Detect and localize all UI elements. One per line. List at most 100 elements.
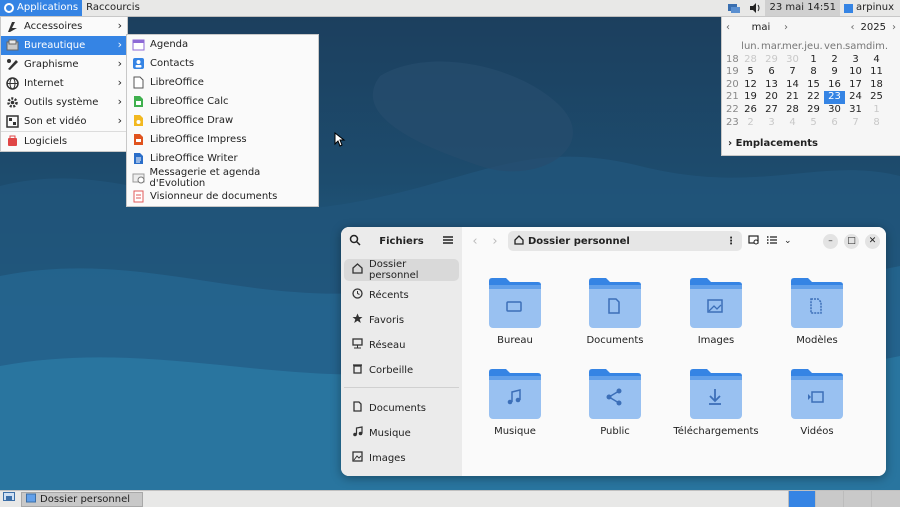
sidebar-item-network[interactable]: Réseau — [344, 334, 459, 356]
calendar-day[interactable]: 7 — [782, 66, 803, 79]
calendar-day[interactable]: 28 — [782, 104, 803, 117]
network-status-icon[interactable] — [723, 0, 745, 16]
folder-item[interactable]: Musique — [470, 366, 560, 437]
chevron-down-icon[interactable]: ⌄ — [784, 236, 792, 246]
calendar-day[interactable]: 14 — [782, 79, 803, 92]
calendar-day[interactable]: 8 — [866, 117, 887, 130]
calendar-day[interactable]: 20 — [761, 91, 782, 104]
submenu-item-libreoffice-draw[interactable]: LibreOffice Draw — [127, 111, 318, 130]
calendar-day[interactable]: 6 — [761, 66, 782, 79]
calendar-day[interactable]: 2 — [824, 54, 845, 67]
clock[interactable]: 23 mai 14:51 — [765, 0, 841, 16]
folder-item[interactable]: Public — [570, 366, 660, 437]
folder-item[interactable]: Images — [671, 275, 761, 346]
menu-item-son-et-video[interactable]: Son et vidéo › — [1, 112, 127, 131]
menu-item-accessoires[interactable]: Accessoires › — [1, 17, 127, 36]
sidebar-item-documents[interactable]: Documents — [344, 397, 459, 419]
calendar-day[interactable]: 2 — [740, 117, 761, 130]
calendar-day[interactable]: 6 — [824, 117, 845, 130]
search-folder-icon[interactable] — [748, 234, 760, 249]
sidebar-item-music[interactable]: Musique — [344, 422, 459, 444]
menu-item-outils-systeme[interactable]: Outils système › — [1, 93, 127, 112]
calendar-day[interactable]: 8 — [803, 66, 824, 79]
workspace-4[interactable] — [871, 491, 900, 507]
submenu-item-libreoffice-calc[interactable]: LibreOffice Calc — [127, 92, 318, 111]
search-icon[interactable] — [349, 234, 361, 249]
submenu-item-evolution[interactable]: Messagerie et agenda d'Evolution — [127, 167, 318, 189]
calendar-day[interactable]: 30 — [824, 104, 845, 117]
workspace-2[interactable] — [815, 491, 843, 507]
calendar-day[interactable]: 31 — [845, 104, 866, 117]
forward-button[interactable]: › — [488, 234, 502, 249]
calendar-day[interactable]: 26 — [740, 104, 761, 117]
folder-item[interactable]: Documents — [570, 275, 660, 346]
submenu-item-agenda[interactable]: Agenda — [127, 35, 318, 54]
submenu-item-contacts[interactable]: Contacts — [127, 54, 318, 73]
submenu-item-libreoffice-writer[interactable]: LibreOffice Writer — [127, 149, 318, 168]
calendar-day[interactable]: 12 — [740, 79, 761, 92]
calendar-day[interactable]: 10 — [845, 66, 866, 79]
minimize-button[interactable]: – — [823, 233, 838, 249]
calendar-day[interactable]: 30 — [782, 54, 803, 67]
calendar-day[interactable]: 5 — [740, 66, 761, 79]
folder-item[interactable]: Téléchargements — [671, 366, 761, 437]
hamburger-menu-icon[interactable] — [442, 234, 454, 249]
sidebar-item-home[interactable]: Dossier personnel — [344, 259, 459, 281]
menu-item-logiciels[interactable]: Logiciels — [1, 132, 127, 151]
back-button[interactable]: ‹ — [468, 234, 482, 249]
calendar-day[interactable]: 13 — [761, 79, 782, 92]
folder-item[interactable]: Modèles — [772, 275, 862, 346]
calendar-day[interactable]: 9 — [824, 66, 845, 79]
close-button[interactable]: ✕ — [865, 233, 880, 249]
more-options-icon[interactable]: ⋮ — [726, 236, 736, 247]
maximize-button[interactable]: □ — [844, 233, 859, 249]
folder-item[interactable]: Vidéos — [772, 366, 862, 437]
calendar-day[interactable]: 5 — [803, 117, 824, 130]
calendar-day[interactable]: 19 — [740, 91, 761, 104]
calendar-day[interactable]: 11 — [866, 66, 887, 79]
user-menu[interactable]: arpinux — [840, 0, 900, 16]
calendar-day[interactable]: 3 — [845, 54, 866, 67]
menu-item-internet[interactable]: Internet › — [1, 74, 127, 93]
calendar-day[interactable]: 7 — [845, 117, 866, 130]
next-month-button[interactable]: › — [784, 22, 796, 33]
calendar-day[interactable]: 24 — [845, 91, 866, 104]
menu-item-bureautique[interactable]: Bureautique › — [1, 36, 127, 55]
sidebar-item-recent[interactable]: Récents — [344, 284, 459, 306]
menu-item-graphisme[interactable]: Graphisme › — [1, 55, 127, 74]
calendar-day[interactable]: 29 — [803, 104, 824, 117]
calendar-day[interactable]: 27 — [761, 104, 782, 117]
applications-menu-button[interactable]: Applications — [0, 0, 83, 16]
places-expander[interactable]: › Emplacements — [728, 138, 818, 149]
calendar-day[interactable]: 25 — [866, 91, 887, 104]
sidebar-item-images[interactable]: Images — [344, 447, 459, 469]
workspace-1[interactable] — [788, 491, 816, 507]
calendar-day-today[interactable]: 23 — [824, 91, 845, 104]
calendar-day[interactable]: 18 — [866, 79, 887, 92]
calendar-day[interactable]: 3 — [761, 117, 782, 130]
prev-month-button[interactable]: ‹ — [726, 22, 738, 33]
calendar-day[interactable]: 4 — [782, 117, 803, 130]
calendar-day[interactable]: 22 — [803, 91, 824, 104]
shortcuts-menu-button[interactable]: Raccourcis — [82, 0, 144, 16]
next-year-button[interactable]: › — [886, 22, 896, 33]
workspace-3[interactable] — [843, 491, 871, 507]
submenu-item-libreoffice[interactable]: LibreOffice — [127, 73, 318, 92]
show-desktop-icon[interactable] — [3, 492, 15, 506]
calendar-day[interactable]: 4 — [866, 54, 887, 67]
sidebar-item-trash[interactable]: Corbeille — [344, 359, 459, 381]
calendar-day[interactable]: 1 — [803, 54, 824, 67]
view-list-icon[interactable] — [766, 234, 778, 249]
volume-icon[interactable] — [745, 0, 765, 16]
path-bar[interactable]: Dossier personnel ⋮ — [508, 231, 742, 251]
submenu-item-libreoffice-impress[interactable]: LibreOffice Impress — [127, 130, 318, 149]
calendar-day[interactable]: 16 — [824, 79, 845, 92]
sidebar-item-starred[interactable]: Favoris — [344, 309, 459, 331]
calendar-day[interactable]: 17 — [845, 79, 866, 92]
calendar-day[interactable]: 29 — [761, 54, 782, 67]
calendar-day[interactable]: 21 — [782, 91, 803, 104]
calendar-day[interactable]: 15 — [803, 79, 824, 92]
calendar-day[interactable]: 28 — [740, 54, 761, 67]
prev-year-button[interactable]: ‹ — [851, 22, 861, 33]
submenu-item-document-viewer[interactable]: Visionneur de documents — [127, 187, 318, 206]
